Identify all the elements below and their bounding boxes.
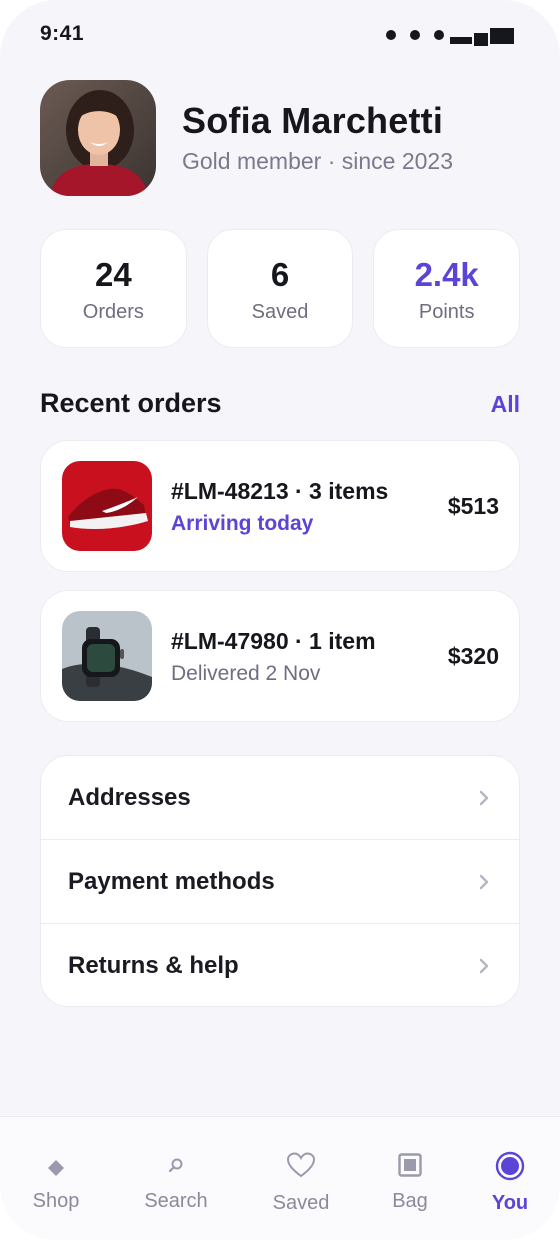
diamond-icon [48,1160,64,1176]
stat-value: 24 [94,256,132,293]
tab-label: Search [144,1190,208,1212]
order-card[interactable]: #LM-48213 · 3 items Arriving today $513 [40,440,520,572]
status-time: 9:41 [40,22,85,45]
tab-you[interactable]: You [454,1117,560,1240]
signal-battery-icon [450,28,514,46]
profile-icon [495,1151,525,1181]
chevron-right-icon [479,790,489,806]
tab-saved[interactable]: Saved [245,1117,357,1240]
account-menu: Addresses Payment methods Returns & help [40,755,520,1007]
tab-search[interactable]: Search [120,1117,232,1240]
menu-item-label: Returns & help [68,952,239,979]
tab-label: Saved [272,1192,330,1214]
red-sneaker-image [62,461,152,551]
order-status: Arriving today [171,512,314,535]
stat-saved[interactable]: 6 Saved [206,229,354,348]
chevron-right-icon [479,874,489,890]
stat-value: 2.4k [414,256,479,293]
menu-item-label: Addresses [68,784,191,811]
chevron-right-icon [479,958,489,974]
recent-orders-title: Recent orders [40,388,222,418]
cellular-dots-icon [386,30,444,40]
menu-item-label: Payment methods [68,868,275,895]
stats-row: 24 Orders 6 Saved 2.4k Points [40,229,521,348]
order-status: Delivered 2 Nov [171,662,321,685]
tab-shop[interactable]: Shop [0,1117,112,1240]
menu-item-returns-help[interactable]: Returns & help [41,924,519,1006]
stat-label: Points [418,301,475,323]
stat-label: Saved [251,301,309,323]
stat-value: 6 [270,256,290,293]
view-all-orders-link[interactable]: All [491,391,520,418]
menu-item-payment-methods[interactable]: Payment methods [41,840,519,924]
tab-bar: Shop Search Saved Bag You [0,1116,560,1240]
heart-icon [286,1152,316,1178]
status-bar: 9:41 [0,0,560,70]
order-title: #LM-48213 · 3 items [171,478,389,504]
stat-orders[interactable]: 24 Orders [40,229,187,348]
order-title: #LM-47980 · 1 item [171,628,376,654]
search-icon [168,1158,183,1173]
profile-name: Sofia Marchetti [182,100,444,141]
tab-bag[interactable]: Bag [354,1117,466,1240]
order-price: $320 [447,643,499,669]
bag-icon [398,1153,422,1177]
tab-label: You [491,1192,529,1214]
avatar[interactable] [40,80,156,196]
profile-subtitle: Gold member · since 2023 [182,148,454,174]
profile-screen: 9:41 Sofia Marchetti Gold member · since… [0,0,560,1240]
order-price: $513 [447,493,499,519]
stat-label: Orders [82,301,144,323]
menu-item-addresses[interactable]: Addresses [41,756,519,840]
smartwatch-image [62,611,152,701]
tab-label: Bag [392,1190,428,1212]
tab-label: Shop [32,1190,80,1212]
stat-points[interactable]: 2.4k Points [373,229,521,348]
order-card[interactable]: #LM-47980 · 1 item Delivered 2 Nov $320 [40,590,520,722]
